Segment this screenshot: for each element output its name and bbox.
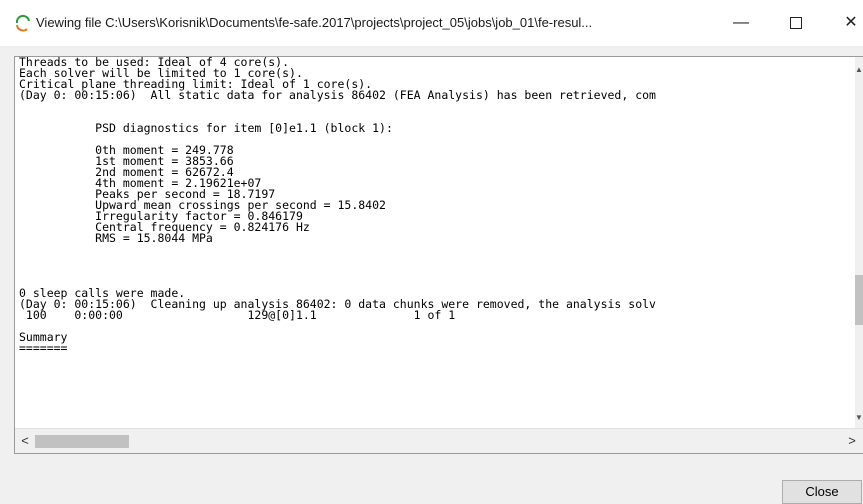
minimize-icon: — [733, 14, 749, 31]
scroll-up-icon[interactable]: ▲ [855, 65, 863, 75]
horizontal-scroll-thumb[interactable] [35, 435, 129, 448]
close-button[interactable]: Close [782, 480, 862, 504]
fe-safe-app-icon [15, 14, 30, 32]
log-line: PSD diagnostics for item [0]e1.1 (block … [19, 121, 393, 135]
log-line: (Day 0: 00:15:06) All static data for an… [19, 88, 656, 102]
close-window-button[interactable]: ✕ [836, 12, 863, 34]
scroll-down-icon[interactable]: ▼ [855, 413, 863, 423]
scroll-right-icon[interactable]: > [845, 432, 859, 450]
maximize-button[interactable] [781, 12, 811, 34]
log-line: RMS = 15.8044 MPa [19, 231, 213, 245]
minimize-button[interactable]: — [726, 12, 756, 34]
horizontal-scrollbar[interactable]: < > [15, 428, 863, 453]
log-line: ======= [19, 341, 68, 355]
close-icon: ✕ [844, 14, 858, 31]
scroll-left-icon[interactable]: < [18, 432, 32, 450]
window-title: Viewing file C:\Users\Korisnik\Documents… [36, 15, 593, 30]
log-line: Summary [19, 330, 68, 344]
vertical-scrollbar[interactable]: ▲ ▼ [855, 57, 863, 429]
log-line: 100 0:00:00 129@[0]1.1 1 of 1 [19, 308, 456, 322]
vertical-scroll-thumb[interactable] [855, 275, 863, 325]
title-bar: Viewing file C:\Users\Korisnik\Documents… [0, 0, 863, 46]
log-text: Threads to be used: Ideal of 4 core(s). E… [19, 57, 855, 429]
log-viewer[interactable]: Threads to be used: Ideal of 4 core(s). E… [14, 56, 863, 454]
maximize-icon [790, 16, 802, 29]
